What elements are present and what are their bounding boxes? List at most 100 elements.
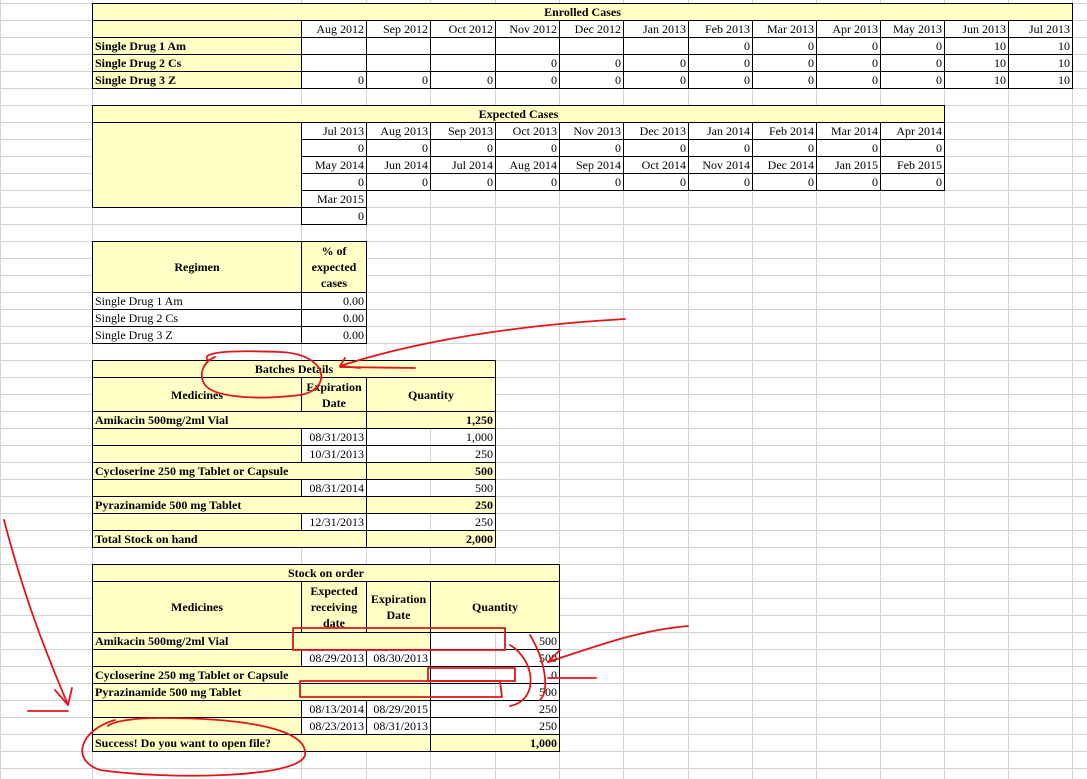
expected-month-header[interactable]: Oct 2014	[623, 156, 689, 174]
expected-month-header[interactable]: Mar 2014	[816, 122, 881, 140]
order-medicine-blank[interactable]	[92, 700, 302, 718]
enrolled-value[interactable]: 10	[1008, 54, 1073, 72]
order-medicine-qty[interactable]: 500	[430, 632, 560, 650]
order-col-quantity[interactable]: Quantity	[430, 581, 560, 633]
enrolled-value[interactable]: 10	[944, 37, 1009, 55]
enrolled-value[interactable]: 0	[816, 37, 881, 55]
batches-medicine-blank[interactable]	[92, 479, 302, 497]
order-medicine[interactable]: Pyrazinamide 500 mg Tablet	[92, 683, 431, 701]
enrolled-value[interactable]	[301, 37, 367, 55]
enrolled-value[interactable]: 0	[688, 71, 753, 89]
order-medicine[interactable]: Amikacin 500mg/2ml Vial	[92, 632, 431, 650]
enrolled-value[interactable]	[623, 37, 689, 55]
expected-month-header[interactable]: Jan 2014	[688, 122, 753, 140]
expected-value[interactable]: 0	[559, 139, 624, 157]
enrolled-month-header[interactable]: Jul 2013	[1008, 20, 1073, 38]
enrolled-value[interactable]: 0	[559, 54, 624, 72]
batches-quantity[interactable]: 500	[366, 479, 496, 497]
expected-value[interactable]: 0	[559, 173, 624, 191]
enrolled-row-label[interactable]: Single Drug 2 Cs	[92, 54, 302, 72]
enrolled-value[interactable]: 0	[880, 37, 945, 55]
regimen-pct-header[interactable]: % of expected cases	[301, 241, 367, 293]
expected-month-header[interactable]: Aug 2014	[495, 156, 560, 174]
enrolled-header-blank[interactable]	[92, 20, 302, 38]
expected-month-header[interactable]: Feb 2014	[752, 122, 817, 140]
enrolled-value[interactable]: 0	[880, 54, 945, 72]
enrolled-value[interactable]: 10	[1008, 71, 1073, 89]
expected-month-header[interactable]: Sep 2014	[559, 156, 624, 174]
batches-col-expiration[interactable]: Expiration Date	[301, 377, 367, 412]
enrolled-month-header[interactable]: Mar 2013	[752, 20, 817, 38]
enrolled-row-label[interactable]: Single Drug 1 Am	[92, 37, 302, 55]
spreadsheet[interactable]: Enrolled Cases Aug 2012 Sep 2012 Oct 2012 No…	[0, 0, 1087, 779]
enrolled-value[interactable]: 0	[816, 54, 881, 72]
batches-medicine-blank[interactable]	[92, 445, 302, 463]
order-col-medicines[interactable]: Medicines	[92, 581, 302, 633]
expected-month-header[interactable]: Jan 2015	[816, 156, 881, 174]
batches-total-value[interactable]: 2,000	[366, 530, 496, 548]
order-col-expiration[interactable]: Expiration Date	[366, 581, 431, 633]
expected-month-header[interactable]: Sep 2013	[430, 122, 496, 140]
order-expiration-date[interactable]: 08/31/2013	[366, 717, 431, 735]
enrolled-value[interactable]: 0	[688, 54, 753, 72]
enrolled-row-label[interactable]: Single Drug 3 Z	[92, 71, 302, 89]
batches-quantity[interactable]: 250	[366, 445, 496, 463]
enrolled-month-header[interactable]: Oct 2012	[430, 20, 496, 38]
regimen-row-value[interactable]: 0.00	[301, 309, 367, 327]
order-quantity[interactable]: 500	[430, 649, 560, 667]
expected-value[interactable]: 0	[366, 173, 431, 191]
order-quantity[interactable]: 250	[430, 717, 560, 735]
expected-value[interactable]: 0	[623, 139, 689, 157]
expected-value[interactable]: 0	[816, 173, 881, 191]
batches-expiration[interactable]: 08/31/2013	[301, 428, 367, 446]
order-expected-date[interactable]: 08/23/2013	[301, 717, 367, 735]
expected-month-header[interactable]: Oct 2013	[495, 122, 560, 140]
order-medicine-qty[interactable]: 0	[430, 666, 560, 684]
regimen-row-label[interactable]: Single Drug 3 Z	[92, 326, 302, 344]
order-medicine-blank[interactable]	[92, 717, 302, 735]
enrolled-month-header[interactable]: Feb 2013	[688, 20, 753, 38]
order-expected-date[interactable]: 08/29/2013	[301, 649, 367, 667]
regimen-row-value[interactable]: 0.00	[301, 326, 367, 344]
expected-value[interactable]: 0	[752, 173, 817, 191]
enrolled-month-header[interactable]: Jan 2013	[623, 20, 689, 38]
enrolled-value[interactable]: 0	[430, 71, 496, 89]
batches-medicine[interactable]: Pyrazinamide 500 mg Tablet	[92, 496, 367, 514]
batches-quantity[interactable]: 250	[366, 513, 496, 531]
expected-month-header[interactable]: Mar 2015	[301, 190, 367, 208]
batches-medicine-blank[interactable]	[92, 428, 302, 446]
batches-medicine-qty[interactable]: 1,250	[366, 411, 496, 429]
enrolled-month-header[interactable]: May 2013	[880, 20, 945, 38]
enrolled-value[interactable]	[495, 37, 560, 55]
expected-value[interactable]: 0	[495, 139, 560, 157]
expected-value[interactable]: 0	[623, 173, 689, 191]
expected-label-blank[interactable]	[92, 122, 302, 208]
enrolled-value[interactable]: 0	[366, 71, 431, 89]
regimen-header[interactable]: Regimen	[92, 241, 302, 293]
batches-total-label[interactable]: Total Stock on hand	[92, 530, 367, 548]
order-medicine-blank[interactable]	[92, 649, 302, 667]
enrolled-value[interactable]: 0	[752, 54, 817, 72]
enrolled-value[interactable]: 10	[1008, 37, 1073, 55]
enrolled-value[interactable]	[366, 37, 431, 55]
order-col-expected[interactable]: Expected receiving date	[301, 581, 367, 633]
expected-value[interactable]: 0	[880, 173, 945, 191]
batches-medicine[interactable]: Amikacin 500mg/2ml Vial	[92, 411, 367, 429]
expected-value[interactable]: 0	[688, 173, 753, 191]
expected-value[interactable]: 0	[301, 139, 367, 157]
expected-value[interactable]: 0	[430, 139, 496, 157]
enrolled-value[interactable]: 0	[559, 71, 624, 89]
expected-month-header[interactable]: Aug 2013	[366, 122, 431, 140]
regimen-row-label[interactable]: Single Drug 1 Am	[92, 292, 302, 310]
expected-month-header[interactable]: Jun 2014	[366, 156, 431, 174]
expected-month-header[interactable]: Jul 2014	[430, 156, 496, 174]
order-medicine-qty[interactable]: 500	[430, 683, 560, 701]
batches-col-medicines[interactable]: Medicines	[92, 377, 302, 412]
regimen-row-value[interactable]: 0.00	[301, 292, 367, 310]
batches-expiration[interactable]: 12/31/2013	[301, 513, 367, 531]
expected-value[interactable]: 0	[495, 173, 560, 191]
enrolled-value[interactable]: 0	[752, 37, 817, 55]
enrolled-value[interactable]: 0	[623, 54, 689, 72]
enrolled-month-header[interactable]: Aug 2012	[301, 20, 367, 38]
enrolled-value[interactable]: 0	[688, 37, 753, 55]
